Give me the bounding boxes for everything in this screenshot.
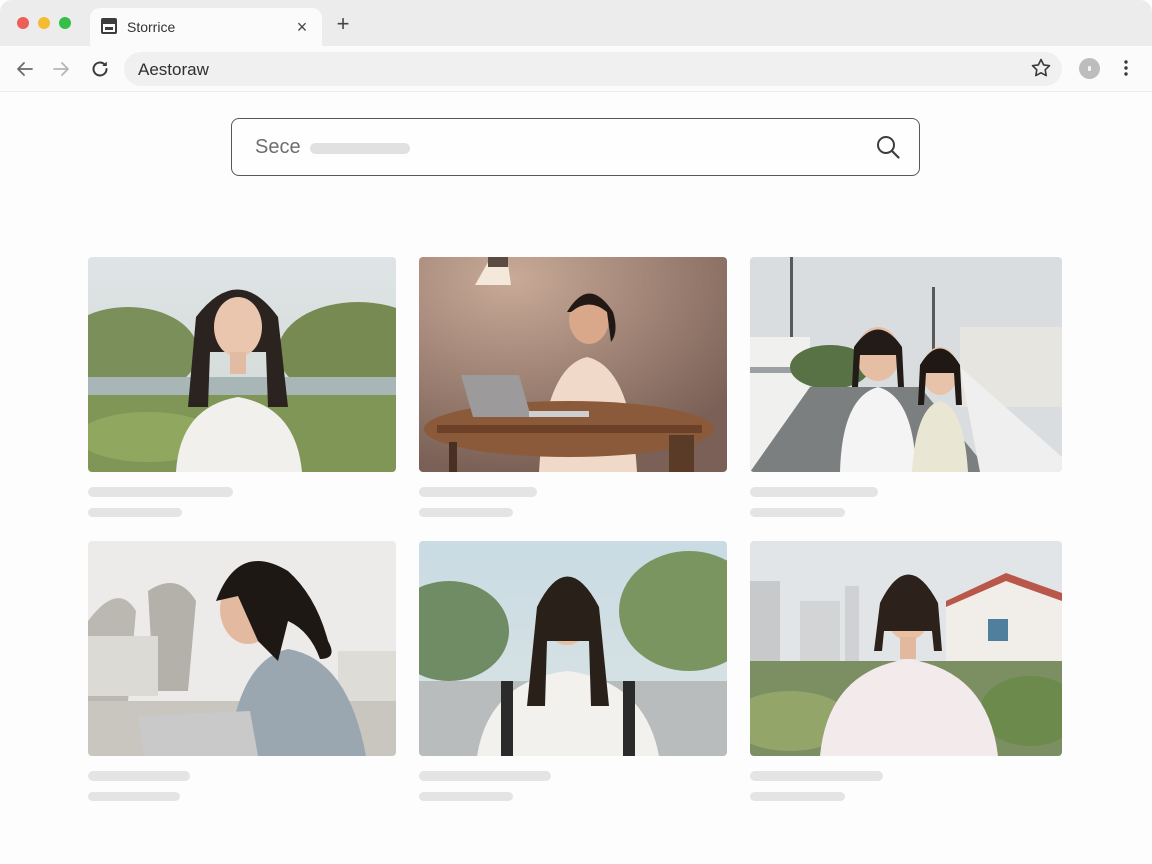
- gallery-image[interactable]: [88, 257, 396, 472]
- gallery-image[interactable]: [750, 541, 1062, 756]
- more-icon[interactable]: [1114, 56, 1138, 80]
- window-close-button[interactable]: [17, 17, 29, 29]
- back-icon[interactable]: [12, 56, 38, 82]
- gallery-image[interactable]: [750, 257, 1062, 472]
- search-icon[interactable]: [874, 133, 902, 161]
- tab-close-icon[interactable]: ×: [292, 17, 312, 37]
- browser-toolbar: Aestoraw: [0, 46, 1152, 92]
- caption-placeholder: [88, 792, 180, 801]
- window-maximize-button[interactable]: [59, 17, 71, 29]
- search-text-placeholder-bar: [310, 143, 410, 154]
- caption-placeholder: [750, 792, 845, 801]
- caption-placeholder: [88, 487, 233, 497]
- address-bar[interactable]: Aestoraw: [124, 52, 1062, 86]
- forward-icon[interactable]: [48, 56, 74, 82]
- caption-placeholder: [419, 487, 537, 497]
- caption-placeholder: [750, 487, 878, 497]
- tab-title: Storrice: [127, 19, 176, 35]
- reload-icon[interactable]: [87, 56, 113, 82]
- search-input[interactable]: Sece: [255, 136, 301, 159]
- gallery-image[interactable]: [419, 541, 727, 756]
- profile-icon[interactable]: [1079, 58, 1100, 79]
- caption-placeholder: [419, 792, 513, 801]
- new-tab-icon[interactable]: +: [332, 13, 354, 35]
- window-icon: [101, 18, 117, 34]
- gallery-image[interactable]: [88, 541, 396, 756]
- caption-placeholder: [419, 508, 513, 517]
- address-text: Aestoraw: [138, 60, 209, 79]
- caption-placeholder: [88, 508, 182, 517]
- gallery-image[interactable]: [419, 257, 727, 472]
- caption-placeholder: [419, 771, 551, 781]
- tab-strip: Storrice × +: [0, 0, 1152, 46]
- window-minimize-button[interactable]: [38, 17, 50, 29]
- browser-tab[interactable]: Storrice ×: [90, 8, 322, 46]
- caption-placeholder: [750, 508, 845, 517]
- search-box[interactable]: Sece: [231, 118, 920, 176]
- caption-placeholder: [750, 771, 883, 781]
- star-icon[interactable]: [1029, 56, 1053, 80]
- caption-placeholder: [88, 771, 190, 781]
